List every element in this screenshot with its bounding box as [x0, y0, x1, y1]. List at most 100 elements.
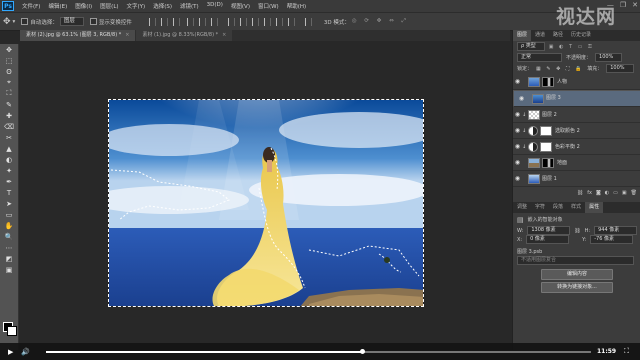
edit-contents-button[interactable]: 编辑内容 [541, 269, 613, 280]
tool-icon[interactable]: ⛶ [0, 88, 18, 99]
tab-history[interactable]: 历史记录 [567, 30, 595, 41]
layer-row[interactable]: ◉ 图层 3 [513, 90, 640, 107]
tool-icon[interactable]: ▣ [0, 264, 18, 275]
tool-icon[interactable]: ✂ [0, 132, 18, 143]
visibility-eye-icon[interactable]: ◉ [513, 127, 522, 134]
play-icon[interactable]: ▶ [8, 348, 13, 356]
layer-thumbnail[interactable] [528, 173, 540, 184]
menu-item[interactable]: 文字(Y) [123, 2, 150, 10]
background-color-swatch[interactable] [7, 326, 17, 336]
layer-mask-thumbnail[interactable] [540, 125, 552, 136]
fullscreen-icon[interactable]: ⛶ [624, 347, 629, 356]
lock-icons[interactable]: ▦ ✎ ✥ ⛶ 🔒 [536, 66, 583, 72]
menu-item[interactable]: 图层(L) [96, 2, 122, 10]
convert-to-linked-button[interactable]: 转换为链接对象... [541, 282, 613, 293]
tool-icon[interactable]: 🔍 [0, 231, 18, 242]
visibility-eye-icon[interactable]: ◉ [513, 159, 522, 166]
layer-thumbnail[interactable] [528, 157, 540, 168]
tool-icon[interactable]: ✎ [0, 99, 18, 110]
layer-row[interactable]: ◉ ↓ 选取颜色 2 [513, 123, 640, 139]
menu-item[interactable]: 帮助(H) [283, 2, 310, 10]
link-icon[interactable]: ⛓ [574, 228, 580, 234]
link-layers-icon[interactable]: ⛓ [577, 190, 583, 196]
auto-align-icon[interactable] [304, 17, 312, 26]
tool-icon[interactable]: ✦ [0, 165, 18, 176]
y-input[interactable]: -76 像素 [590, 235, 634, 244]
menu-item[interactable]: 图像(I) [71, 2, 96, 10]
tool-icon[interactable]: ▭ [0, 209, 18, 220]
tool-icon[interactable]: ⋯ [0, 242, 18, 253]
height-input[interactable]: 944 像素 [594, 226, 637, 235]
distribute-vcenter-icon[interactable] [239, 17, 247, 26]
auto-select-dropdown[interactable]: 图层 [59, 17, 84, 26]
tool-icon[interactable]: ʘ [0, 66, 18, 77]
document-tab[interactable]: 素材 (2).jpg @ 63.1% (图层 3, RGB/8) * × [20, 30, 136, 41]
visibility-eye-icon[interactable]: ◉ [513, 143, 522, 150]
layer-row[interactable]: ◉ ↓ 色彩平衡 2 [513, 139, 640, 155]
width-input[interactable]: 1308 像素 [527, 226, 571, 235]
tool-icon[interactable]: ✥ [0, 44, 18, 55]
document-canvas[interactable] [108, 99, 424, 307]
tool-icon[interactable]: T [0, 187, 18, 198]
tab-paragraph[interactable]: 段落 [549, 202, 567, 213]
menu-item[interactable]: 窗口(W) [254, 2, 283, 10]
layer-comps-dropdown[interactable]: 不适用图层复合 [517, 256, 634, 265]
opacity-input[interactable]: 100% [595, 53, 623, 62]
layer-mask-thumbnail[interactable] [540, 141, 552, 152]
layer-mask-thumbnail[interactable] [542, 157, 554, 168]
layer-row[interactable]: ◉ 人物 [513, 74, 640, 90]
tool-icon[interactable]: ➤ [0, 198, 18, 209]
tab-adjustments[interactable]: 调整 [513, 202, 531, 213]
document-tab[interactable]: 素材 (1).jpg @ 8.33%(RGB/8) * × [136, 30, 233, 41]
layer-thumbnail[interactable] [528, 76, 540, 87]
x-input[interactable]: 0 像素 [526, 235, 570, 244]
show-transform-option[interactable]: 显示变换控件 [89, 18, 132, 26]
align-vcenter-icon[interactable] [160, 17, 168, 26]
layer-row[interactable]: ◉ 图层 1 [513, 171, 640, 187]
new-layer-icon[interactable]: ▣ [622, 190, 627, 196]
visibility-eye-icon[interactable]: ◉ [513, 111, 522, 118]
distribute-bottom-icon[interactable] [251, 17, 259, 26]
tool-icon[interactable]: ⌖ [0, 77, 18, 88]
move-tool-preset[interactable]: ✥ ▾ [3, 17, 15, 27]
filter-icons[interactable]: ▣ ◐ T ▭ ⚿ [549, 44, 594, 50]
tab-character[interactable]: 字符 [531, 202, 549, 213]
distribute-top-icon[interactable] [227, 17, 235, 26]
auto-select-checkbox[interactable] [21, 18, 29, 25]
distribute-left-icon[interactable] [263, 17, 271, 26]
restore-icon[interactable]: ❐ [620, 1, 626, 9]
3d-mode-icons[interactable]: ◎ ⟳ ✥ ⇔ ⤢ [352, 18, 409, 25]
tool-icon[interactable]: ✚ [0, 110, 18, 121]
align-bottom-icon[interactable] [172, 17, 180, 26]
align-left-icon[interactable] [186, 17, 194, 26]
auto-select-option[interactable]: 自动选择： 图层 [21, 17, 84, 26]
fill-input[interactable]: 100% [606, 64, 634, 73]
tool-icon[interactable]: ▲ [0, 143, 18, 154]
layer-kind-filter[interactable]: ρ 类型 [517, 42, 545, 51]
show-transform-checkbox[interactable] [89, 18, 97, 25]
video-progress-handle[interactable] [360, 349, 366, 354]
new-adjustment-icon[interactable]: ◐ [605, 190, 609, 196]
menu-item[interactable]: 选择(S) [149, 2, 176, 10]
delete-layer-icon[interactable]: 🗑 [631, 190, 637, 196]
align-top-icon[interactable] [148, 17, 156, 26]
close-icon[interactable]: ✕ [632, 1, 638, 9]
add-mask-icon[interactable]: ◙ [596, 190, 601, 196]
tab-layers[interactable]: 图层 [513, 30, 532, 41]
blend-mode-dropdown[interactable]: 正常 [517, 53, 562, 62]
align-hcenter-icon[interactable] [198, 17, 206, 26]
align-right-icon[interactable] [210, 17, 218, 26]
tab-paths[interactable]: 路径 [549, 30, 567, 41]
menu-item[interactable]: 文件(F) [18, 2, 44, 10]
layer-row[interactable]: ◉ 地面 [513, 155, 640, 171]
tool-icon[interactable]: ⌫ [0, 121, 18, 132]
tool-icon[interactable]: ◩ [0, 253, 18, 264]
menu-item[interactable]: 滤镜(T) [176, 2, 203, 10]
tab-close-icon[interactable]: × [125, 32, 129, 38]
visibility-eye-icon[interactable]: ◉ [517, 95, 526, 102]
layer-thumbnail[interactable] [532, 93, 544, 104]
tab-styles[interactable]: 样式 [567, 202, 585, 213]
tool-icon[interactable]: ✒ [0, 176, 18, 187]
menu-item[interactable]: 编辑(E) [44, 2, 71, 10]
new-group-icon[interactable]: ▭ [613, 190, 618, 196]
